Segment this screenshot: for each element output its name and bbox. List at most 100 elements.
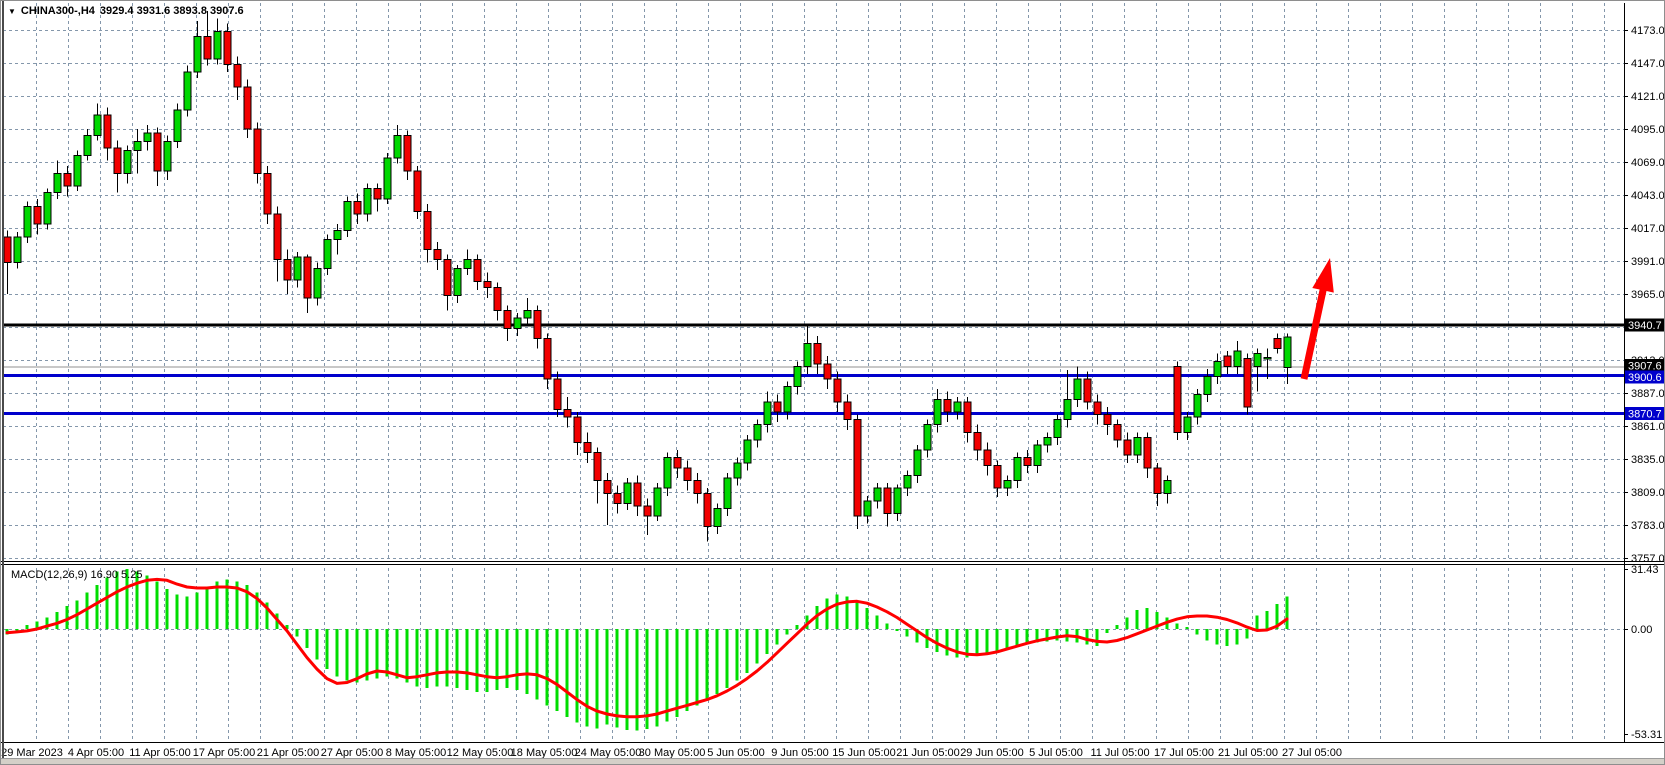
candle-bearish	[354, 201, 361, 214]
macd-histogram-bar	[656, 629, 659, 726]
candle-bearish	[224, 31, 231, 64]
macd-histogram-bar	[906, 629, 909, 637]
candle-bullish	[894, 488, 901, 513]
candle-bullish	[294, 257, 301, 280]
macd-histogram-bar	[1256, 616, 1259, 629]
candle-bullish	[1054, 420, 1061, 438]
candle-bearish	[544, 338, 551, 379]
macd-histogram-bar	[726, 629, 729, 688]
macd-histogram-bar	[1246, 629, 1249, 639]
y-axis-label: 3887.0	[1631, 388, 1665, 400]
candle-bullish	[1214, 361, 1221, 376]
candle-bullish	[724, 478, 731, 508]
candle-bearish	[994, 465, 1001, 488]
candle-bullish	[654, 488, 661, 516]
candle-bullish	[764, 402, 771, 425]
macd-histogram-bar	[346, 629, 349, 681]
candle-bearish	[574, 417, 581, 442]
y-axis-label: 3809.0	[1631, 487, 1665, 499]
candle-bullish	[1134, 437, 1141, 455]
candle-bullish	[344, 201, 351, 230]
candle-bearish	[944, 399, 951, 412]
macd-histogram-bar	[836, 595, 839, 629]
macd-histogram-bar	[1186, 627, 1189, 629]
macd-histogram-bar	[576, 629, 579, 723]
candle-bullish	[174, 110, 181, 142]
candle-bearish	[1124, 440, 1131, 455]
price-badge-label: 3907.6	[1628, 360, 1662, 372]
macd-histogram-bar	[976, 629, 979, 656]
macd-histogram-bar	[316, 629, 319, 660]
candle-bullish	[464, 260, 471, 269]
candle-bearish	[884, 488, 891, 513]
candle-bearish	[844, 402, 851, 420]
window-left-border	[2, 1, 4, 761]
macd-histogram-bar	[676, 629, 679, 717]
symbol-dropdown-icon[interactable]: ▼	[8, 7, 16, 16]
candle-bearish	[604, 481, 611, 494]
macd-histogram-bar	[1016, 629, 1019, 646]
candle-bearish	[1154, 468, 1161, 493]
candle-bearish	[684, 468, 691, 481]
window-bottom-strip	[1, 758, 1665, 764]
macd-histogram-bar	[436, 629, 439, 686]
candle-bullish	[954, 402, 961, 412]
y-axis-label: 3783.0	[1631, 520, 1665, 532]
candle-bearish	[534, 311, 541, 339]
trading-chart-window[interactable]: 4173.04147.04121.04095.04069.04043.04017…	[0, 0, 1665, 765]
candle-bearish	[4, 237, 11, 262]
candle-bullish	[144, 133, 151, 142]
macd-histogram-bar	[356, 629, 359, 682]
candle-bullish	[1064, 399, 1071, 419]
candle-bearish	[814, 344, 821, 364]
macd-histogram-bar	[1006, 629, 1009, 648]
macd-histogram-bar	[296, 629, 299, 637]
y-axis-label: 4095.0	[1631, 124, 1665, 136]
candle-bullish	[864, 501, 871, 516]
candle-bearish	[584, 443, 591, 453]
macd-histogram-bar	[996, 629, 999, 652]
candle-bearish	[494, 288, 501, 311]
candle-bearish	[1094, 402, 1101, 415]
candle-bearish	[554, 379, 561, 409]
macd-histogram-bar	[556, 629, 559, 711]
macd-histogram-bar	[796, 625, 799, 629]
y-axis-label: 4043.0	[1631, 190, 1665, 202]
candle-bullish	[214, 31, 221, 59]
candle-bullish	[784, 387, 791, 412]
macd-histogram-bar	[1086, 629, 1089, 644]
candle-bullish	[394, 135, 401, 158]
macd-indicator-label: MACD(12,26,9) 16.90 5.25	[11, 569, 142, 581]
candle-bullish	[754, 425, 761, 440]
y-axis-label: 3991.0	[1631, 256, 1665, 268]
candle-bearish	[304, 257, 311, 298]
y-axis-label: 4017.0	[1631, 223, 1665, 235]
candle-bearish	[1114, 425, 1121, 440]
macd-histogram-bar	[1176, 623, 1179, 629]
macd-histogram-bar	[146, 576, 149, 629]
macd-histogram-bar	[506, 629, 509, 688]
y-axis-label: 4121.0	[1631, 91, 1665, 103]
candle-bullish	[334, 231, 341, 240]
macd-histogram-bar	[736, 629, 739, 681]
candle-bearish	[404, 135, 411, 171]
candle-bullish	[714, 509, 721, 527]
macd-histogram-bar	[396, 629, 399, 679]
candle-bearish	[204, 36, 211, 59]
macd-histogram-bar	[616, 629, 619, 727]
candle-bullish	[924, 425, 931, 450]
macd-scale-label: 31.43	[1631, 564, 1659, 576]
candle-bearish	[274, 214, 281, 260]
price-chart-svg[interactable]: 4173.04147.04121.04095.04069.04043.04017…	[1, 1, 1665, 765]
macd-histogram-bar	[476, 629, 479, 692]
macd-histogram-bar	[896, 629, 899, 631]
candle-bearish	[1024, 458, 1031, 466]
macd-histogram-bar	[1226, 629, 1229, 646]
macd-histogram-bar	[826, 598, 829, 629]
candle-bullish	[1194, 394, 1201, 417]
candle-bearish	[434, 250, 441, 260]
price-badge: 3900.6	[1625, 371, 1665, 385]
candle-bullish	[1004, 481, 1011, 489]
macd-histogram-bar	[1236, 629, 1239, 644]
candle-bearish	[474, 260, 481, 282]
